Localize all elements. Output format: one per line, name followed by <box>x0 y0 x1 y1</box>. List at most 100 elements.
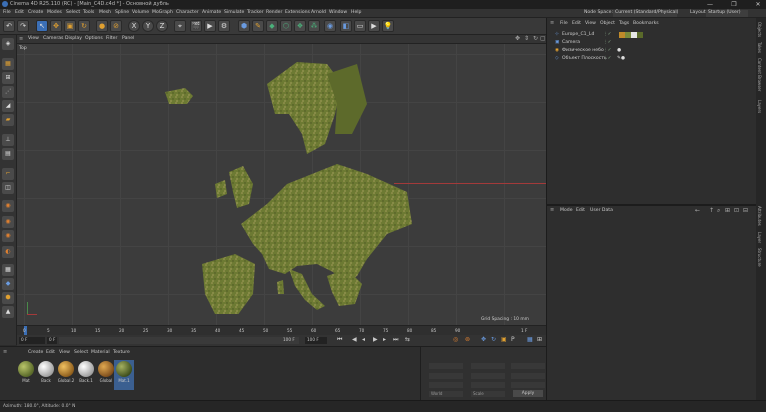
tweak-mode-icon[interactable]: ▲ <box>2 306 14 318</box>
generator-icon[interactable]: ◆ <box>266 20 278 32</box>
scale-tool-icon[interactable]: ▣ <box>64 20 76 32</box>
floor-icon[interactable]: ▭ <box>354 20 366 32</box>
size-x-field[interactable] <box>471 363 505 369</box>
menu-volume[interactable]: Volume <box>132 10 149 15</box>
visibility-icon[interactable]: ⋮✓ <box>603 31 611 39</box>
timeline-settings-icon[interactable]: ⊞ <box>537 336 542 343</box>
material-swatch-selected[interactable]: Mat.1 <box>114 360 134 390</box>
snap-icon[interactable]: ⌖ <box>174 20 186 32</box>
viewport[interactable]: Top Grid Spacing : 10 mm <box>17 44 546 325</box>
size-z-field[interactable] <box>471 382 505 388</box>
minimize-button[interactable]: — <box>702 0 718 9</box>
solo-off-icon[interactable]: ◉ <box>2 230 14 242</box>
key-scale-icon[interactable]: ▣ <box>501 336 507 343</box>
materials-menu-texture[interactable]: Texture <box>113 350 130 355</box>
maximize-button[interactable]: ❐ <box>726 0 742 9</box>
undo-icon[interactable]: ↶ <box>3 20 15 32</box>
pos-x-field[interactable] <box>429 363 463 369</box>
rot-b-field[interactable] <box>511 382 545 388</box>
menu-mograph[interactable]: MoGraph <box>152 10 173 15</box>
menu-select[interactable]: Select <box>66 10 80 15</box>
apply-button[interactable]: Apply <box>513 390 543 397</box>
object-row[interactable]: ◇ Объект Плоскость ⋮✓ ✎● <box>547 55 757 63</box>
tag-icon[interactable]: ◧ <box>340 20 352 32</box>
pos-y-field[interactable] <box>429 373 463 379</box>
zoom-view-icon[interactable]: ⇕ <box>524 35 529 42</box>
materials-menu-edit[interactable]: Edit <box>46 350 55 355</box>
pos-z-field[interactable] <box>429 382 463 388</box>
camera-icon[interactable]: ▶ <box>368 20 380 32</box>
side-tab-layer[interactable]: Layer <box>757 232 762 243</box>
toggle-view-icon[interactable]: ▢ <box>540 35 546 42</box>
render-picture-icon[interactable]: ▶ <box>204 20 216 32</box>
size-y-field[interactable] <box>471 373 505 379</box>
back-arrow-icon[interactable]: ← <box>695 207 700 214</box>
key-rot-icon[interactable]: ↻ <box>491 336 496 343</box>
up-arrow-icon[interactable]: ↑ <box>709 207 714 214</box>
end-frame-field[interactable]: 100 F <box>283 337 295 342</box>
timeline-ruler[interactable]: 0 5 10 15 20 25 30 35 40 45 50 55 60 65 … <box>17 325 546 336</box>
material-swatch[interactable]: Global <box>96 360 116 390</box>
axis-x-button[interactable]: X <box>128 20 140 32</box>
menu-tools[interactable]: Tools <box>83 10 94 15</box>
visibility-icon[interactable]: ⋮✓ <box>603 39 611 47</box>
side-tab-objects[interactable]: Objects <box>757 22 762 37</box>
axis-z-button[interactable]: Z <box>156 20 168 32</box>
attributes-menu-edit[interactable]: Edit <box>576 208 585 213</box>
menu-help[interactable]: Help <box>351 10 361 15</box>
material-swatch[interactable]: Back.1 <box>76 360 96 390</box>
visibility-icon[interactable]: ⋮✓ <box>603 55 611 63</box>
search-attr-icon[interactable]: ⌕ <box>717 207 720 215</box>
menu-simulate[interactable]: Simulate <box>224 10 244 15</box>
prev-key-icon[interactable]: ◀ <box>352 336 357 343</box>
pen-icon[interactable]: ✎ <box>252 20 264 32</box>
new-attr-icon[interactable]: ⊡ <box>734 207 739 214</box>
render-view-icon[interactable]: 🎬 <box>190 20 202 32</box>
uv-mode-icon[interactable]: ⊞ <box>2 72 14 84</box>
materials-menu-view[interactable]: View <box>59 350 70 355</box>
objects-menu-tags[interactable]: Tags <box>619 21 629 26</box>
lock-workplane-icon[interactable]: ◐ <box>2 246 14 258</box>
side-tab-attributes[interactable]: Attributes <box>757 206 762 226</box>
menu-arnold[interactable]: Arnold <box>311 10 326 15</box>
viewport-solo-icon[interactable]: ◆ <box>2 278 14 290</box>
side-tab-layers[interactable]: Layers <box>757 100 762 113</box>
coordinate-system-icon[interactable]: ⊘ <box>110 20 122 32</box>
lock-attr-icon[interactable]: ⊞ <box>725 207 730 214</box>
solo-hierarchy-icon[interactable]: ◉ <box>2 216 14 228</box>
viewport-menu-options[interactable]: Options <box>85 36 103 41</box>
field-icon[interactable]: ◉ <box>324 20 336 32</box>
play-back-icon[interactable]: ◂ <box>362 336 365 343</box>
object-row[interactable]: ⊹ Europe_C1_Ld ⋮✓ <box>547 31 757 39</box>
model-mode-icon[interactable]: ◈ <box>2 38 14 50</box>
objects-menu-edit[interactable]: Edit <box>572 21 581 26</box>
layout-select[interactable]: Startup (User) <box>706 10 748 17</box>
rot-h-field[interactable] <box>511 363 545 369</box>
current-frame-field[interactable]: 0 F <box>19 337 45 344</box>
key-pos-icon[interactable]: ✥ <box>481 336 486 343</box>
polygons-mode-icon[interactable]: ▰ <box>2 114 14 126</box>
end-frame-field-2[interactable]: 100 F <box>305 337 327 344</box>
material-swatch[interactable]: Mat <box>16 360 36 390</box>
workplane-icon[interactable]: ◫ <box>2 182 14 194</box>
rotate-view-icon[interactable]: ↻ <box>533 35 538 42</box>
key-param-icon[interactable]: P <box>511 336 515 343</box>
object-row[interactable]: ◉ Физическое небо ⋮✓ ● <box>547 47 757 55</box>
viewport-menu-display[interactable]: Display <box>65 36 82 41</box>
side-tab-structure[interactable]: Structure <box>757 248 762 267</box>
axis-y-button[interactable]: Y <box>142 20 154 32</box>
menu-edit[interactable]: Edit <box>15 10 24 15</box>
objects-menu-object[interactable]: Object <box>600 21 615 26</box>
snapping-icon[interactable]: ⌐ <box>2 168 14 180</box>
move-tool-icon[interactable]: ✥ <box>50 20 62 32</box>
frame-range-slider[interactable] <box>59 337 299 344</box>
texture-mode-icon[interactable]: ▤ <box>2 148 14 160</box>
light-icon[interactable]: 💡 <box>382 20 394 32</box>
close-button[interactable]: ✕ <box>750 0 766 9</box>
object-tags[interactable] <box>619 32 643 38</box>
move-view-icon[interactable]: ✥ <box>515 35 520 42</box>
viewport-menu-filter[interactable]: Filter <box>106 36 117 41</box>
menu-modes[interactable]: Modes <box>47 10 62 15</box>
objects-menu-view[interactable]: View <box>585 21 596 26</box>
attributes-menu-icon[interactable]: ≡ <box>550 207 554 213</box>
